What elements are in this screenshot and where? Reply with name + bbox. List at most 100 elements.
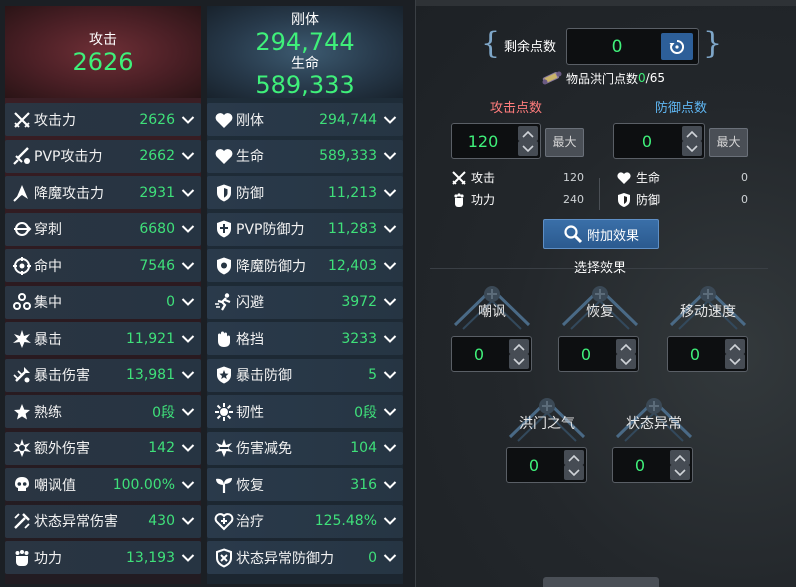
attack-stat-row[interactable]: 穿刺 6680 [5, 212, 201, 246]
toughness-icon [212, 401, 236, 423]
defense-stat-row[interactable]: 格挡 3233 [207, 322, 403, 355]
stat-label: 状态异常伤害 [34, 514, 118, 530]
confirm-button-partial[interactable] [543, 577, 659, 587]
defense-stat-row[interactable]: 闪避 3972 [207, 285, 403, 319]
effect-option[interactable]: 移动速度 [663, 281, 753, 341]
effect-value: 0 [580, 345, 592, 364]
stat-label: PVP攻击力 [34, 149, 103, 165]
effect-up-button[interactable] [509, 339, 529, 354]
defense-stat-row[interactable]: 刚体 294,744 [207, 103, 403, 136]
defense-points-up-button[interactable] [682, 126, 702, 141]
effect-stepper[interactable]: 0 [667, 336, 748, 372]
damage-reduce-icon [212, 437, 236, 459]
effect-up-button[interactable] [616, 339, 636, 354]
effect-option[interactable]: 状态异常 [609, 393, 699, 453]
attack-stat-row[interactable]: 额外伤害 142 [5, 431, 201, 465]
defense-stat-row[interactable]: 生命 589,333 [207, 139, 403, 173]
attack-stat-row[interactable]: 熟练 0段 [5, 395, 201, 428]
effect-stepper[interactable]: 0 [612, 447, 693, 483]
attack-stat-row[interactable]: 集中 0 [5, 285, 201, 319]
effect-up-button[interactable] [670, 450, 690, 465]
chevron-down-icon [522, 144, 534, 152]
stat-label: 闪避 [236, 295, 264, 311]
add-effect-label: 附加效果 [586, 228, 639, 244]
stat-label: 恢复 [236, 477, 264, 494]
defense-points-down-button[interactable] [682, 141, 702, 156]
crit-defense-icon [212, 364, 236, 386]
effect-stepper[interactable]: 0 [558, 336, 639, 372]
effect-up-button[interactable] [564, 450, 584, 465]
status-defense-icon [212, 547, 236, 569]
effect-down-button[interactable] [564, 465, 584, 480]
chevron-down-icon [729, 357, 741, 365]
stat-label: 穿刺 [34, 222, 62, 238]
stat-value: 2662 [139, 148, 175, 164]
chevron-down-icon [383, 188, 397, 197]
left-bracket-ornament: { [481, 26, 501, 61]
defense-stat-row[interactable]: 状态异常防御力 0 [207, 541, 403, 574]
attack-stat-row[interactable]: 状态异常伤害 430 [5, 504, 201, 538]
attack-stat-row[interactable]: 命中 7546 [5, 249, 201, 282]
defense-stat-row[interactable]: 治疗 125.48% [207, 504, 403, 538]
stat-value: 0段 [354, 404, 377, 421]
stat-value: 100.00% [112, 476, 175, 493]
attack-stat-row[interactable]: PVP攻击力 2662 [5, 139, 201, 173]
effect-down-button[interactable] [616, 354, 636, 369]
attack-max-button[interactable]: 最大 [545, 128, 584, 157]
attack-bonus-atk-label: 攻击 [471, 171, 496, 185]
status-damage-icon [10, 510, 34, 532]
attack-stat-row[interactable]: 嘲讽值 100.00% [5, 468, 201, 501]
effect-option[interactable]: 恢复 [555, 281, 645, 341]
effect-down-button[interactable] [725, 354, 745, 369]
attack-stat-row[interactable]: 暴击 11,921 [5, 322, 201, 355]
add-effect-button[interactable]: 附加效果 [543, 219, 659, 249]
attack-points-down-button[interactable] [518, 141, 538, 156]
effect-option[interactable]: 洪门之气 [502, 393, 592, 453]
attack-stat-row[interactable]: 暴击伤害 13,981 [5, 358, 201, 392]
attack-stat-row[interactable]: 降魔攻击力 2931 [5, 176, 201, 209]
skull-icon [10, 474, 34, 496]
hp-header-value: 589,333 [255, 71, 355, 99]
chevron-down-icon [620, 357, 632, 365]
defense-bonus-hp-label: 生命 [636, 171, 661, 185]
attack-stat-row[interactable]: 攻击力 2626 [5, 103, 201, 136]
defense-stat-row[interactable]: 防御 11,213 [207, 176, 403, 209]
defense-max-button[interactable]: 最大 [709, 128, 748, 157]
stat-label: 暴击伤害 [34, 368, 90, 384]
reset-points-button[interactable] [661, 33, 693, 60]
defense-stat-row[interactable]: PVP防御力 11,283 [207, 212, 403, 246]
effect-value: 0 [689, 345, 701, 364]
effect-stepper[interactable]: 0 [506, 447, 587, 483]
chevron-down-icon [181, 517, 195, 525]
effect-divider [430, 268, 768, 269]
defense-stat-row[interactable]: 韧性 0段 [207, 395, 403, 428]
defense-stat-row[interactable]: 伤害减免 104 [207, 431, 403, 465]
effect-down-button[interactable] [509, 354, 529, 369]
attack-points-stepper[interactable]: 120 [451, 123, 541, 159]
effect-up-button[interactable] [725, 339, 745, 354]
defense-points-stepper[interactable]: 0 [613, 123, 705, 159]
defense-stat-row[interactable]: 恢复 316 [207, 468, 403, 501]
effect-label: 洪门之气 [519, 416, 575, 432]
attack-stat-row[interactable]: 功力 13,193 [5, 541, 201, 574]
defense-stat-row[interactable]: 降魔防御力 12,403 [207, 249, 403, 282]
effect-label: 状态异常 [626, 416, 682, 432]
stat-value: 3233 [341, 330, 377, 347]
chevron-down-icon [686, 144, 698, 152]
stat-label: 额外伤害 [34, 441, 90, 457]
stat-label: 防御 [236, 185, 264, 202]
sprout-icon [212, 474, 236, 496]
chevron-down-icon [383, 553, 397, 562]
effect-stepper[interactable]: 0 [451, 336, 532, 372]
stat-value: 7546 [139, 257, 175, 274]
effect-option[interactable]: 嘲讽 [447, 281, 537, 341]
stat-value: 11,213 [328, 184, 377, 201]
attack-points-up-button[interactable] [518, 126, 538, 141]
effect-down-button[interactable] [670, 465, 690, 480]
chevron-down-icon [181, 553, 195, 562]
item-points-line: 物品洪门点数 0/65 [540, 69, 665, 87]
focus-icon [10, 291, 34, 313]
defense-stat-row[interactable]: 暴击防御 5 [207, 358, 403, 392]
fist-icon [454, 192, 464, 207]
stat-value: 125.48% [314, 513, 377, 529]
